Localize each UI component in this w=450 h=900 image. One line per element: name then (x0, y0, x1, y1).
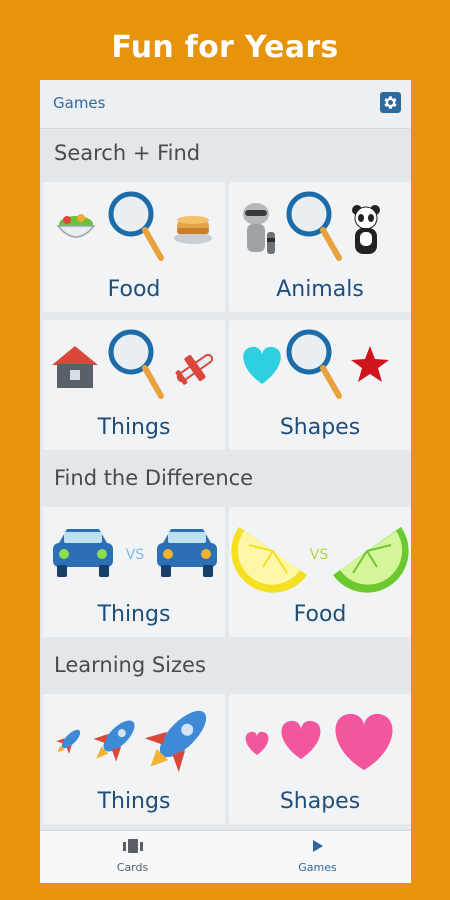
promo-title: Fun for Years (111, 30, 339, 65)
card-difference-food[interactable]: VS Food (229, 507, 411, 637)
card-search-animals[interactable]: Animals (229, 182, 411, 312)
card-label: Food (107, 277, 161, 302)
app-bar: Games (40, 80, 411, 129)
cars-vs-icon: VS (53, 529, 217, 577)
card-label: Shapes (279, 415, 361, 440)
section-title: Learning Sizes (54, 653, 206, 677)
bottom-navigation: Cards Games (40, 830, 411, 883)
search-things-icon (52, 329, 214, 399)
card-sizes-shapes[interactable]: Shapes (229, 694, 411, 824)
card-search-shapes[interactable]: Shapes (229, 320, 411, 450)
section-header-learning-sizes: Learning Sizes (40, 642, 411, 690)
search-shapes-icon (243, 329, 389, 399)
card-label: Shapes (279, 789, 361, 814)
card-search-food[interactable]: Food (43, 182, 225, 312)
card-label: Animals (276, 277, 364, 302)
card-label: Food (293, 602, 347, 627)
page-title: Games (53, 94, 106, 112)
rockets-sizes-icon (56, 710, 207, 773)
settings-button[interactable] (380, 92, 401, 113)
nav-cards[interactable]: Cards (40, 831, 225, 883)
section-header-find-difference: Find the Difference (40, 455, 411, 503)
hearts-sizes-icon (245, 713, 393, 770)
app-screen: Games Search + Find Food Animals Things … (40, 80, 411, 883)
search-food-icon (56, 191, 212, 261)
section-title: Find the Difference (54, 466, 254, 490)
nav-label: Games (298, 861, 337, 874)
card-sizes-things[interactable]: Things (43, 694, 225, 824)
card-label: Things (97, 415, 171, 440)
vs-label: VS (310, 547, 329, 563)
cards-icon (122, 839, 143, 853)
card-label: Things (97, 789, 171, 814)
section-title: Search + Find (54, 141, 201, 165)
nav-label: Cards (116, 861, 149, 874)
search-animals-icon (243, 191, 380, 261)
limes-vs-icon: VS (231, 527, 409, 593)
gear-icon (384, 96, 397, 109)
vs-label: VS (126, 547, 145, 563)
card-difference-things[interactable]: VS Things (43, 507, 225, 637)
play-icon (312, 840, 323, 852)
nav-games[interactable]: Games (225, 831, 410, 883)
card-search-things[interactable]: Things (43, 320, 225, 450)
section-header-search-find: Search + Find (40, 130, 411, 178)
card-label: Things (97, 602, 171, 627)
